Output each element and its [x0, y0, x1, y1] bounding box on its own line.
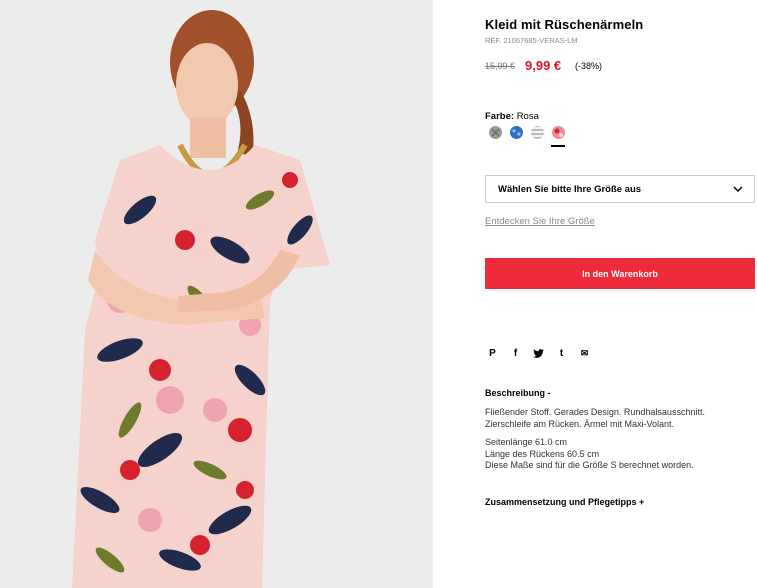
share-icons: P f t t ✉	[487, 348, 590, 359]
color-swatches	[489, 126, 565, 139]
stripe-swatch[interactable]	[531, 126, 544, 139]
description-heading[interactable]: Beschreibung -	[485, 388, 551, 398]
color-selected-value: Rosa	[516, 111, 539, 122]
discover-size-link[interactable]: Entdecken Sie Ihre Größe	[485, 216, 595, 227]
description-line: Zierschleife am Rücken. Ärmel mit Maxi-V…	[485, 419, 675, 429]
description-line: Fließender Stoff. Gerades Design. Rundha…	[485, 407, 705, 417]
twitter-icon[interactable]: t	[533, 348, 544, 359]
facebook-icon[interactable]: f	[510, 348, 521, 359]
size-select-placeholder: Wählen Sie bitte Ihre Größe aus	[498, 183, 642, 195]
grey-swatch[interactable]	[489, 126, 502, 139]
old-price: 15,99 €	[485, 61, 516, 71]
measurement-line: Seitenlänge 61.0 cm	[485, 437, 568, 447]
composition-care-toggle[interactable]: Zusammensetzung und Pflegetipps +	[485, 497, 644, 507]
chevron-down-icon	[733, 185, 743, 192]
rosa-swatch[interactable]	[552, 126, 565, 139]
measurements: Seitenlänge 61.0 cm Länge des Rückens 60…	[485, 437, 694, 472]
blue-swatch[interactable]	[510, 126, 523, 139]
product-photo[interactable]	[0, 0, 433, 588]
add-to-cart-button[interactable]: In den Warenkorb	[485, 258, 755, 289]
pinterest-icon[interactable]: P	[487, 348, 498, 359]
selected-swatch-indicator	[551, 145, 565, 147]
description-text: Fließender Stoff. Gerades Design. Rundha…	[485, 406, 705, 430]
sale-price: 9,99 €	[525, 58, 562, 73]
size-select[interactable]: Wählen Sie bitte Ihre Größe aus	[485, 175, 755, 203]
email-icon[interactable]: ✉	[579, 348, 590, 359]
color-label: Farbe: Rosa	[485, 111, 539, 122]
product-title: Kleid mit Rüschenärmeln	[485, 17, 644, 32]
measurement-line: Länge des Rückens 60.5 cm	[485, 448, 600, 459]
tumblr-icon[interactable]: t	[556, 348, 567, 359]
product-detail-panel: Kleid mit Rüschenärmeln REF. 21067685-VE…	[485, 0, 757, 588]
product-reference: REF. 21067685-VERAS-LM	[485, 36, 578, 45]
color-label-title: Farbe:	[485, 111, 515, 122]
model-in-floral-dress-image	[0, 0, 433, 588]
measurement-line: Diese Maße sind für die Größe S berechne…	[485, 460, 694, 470]
discount-badge: (-38%)	[575, 61, 603, 71]
